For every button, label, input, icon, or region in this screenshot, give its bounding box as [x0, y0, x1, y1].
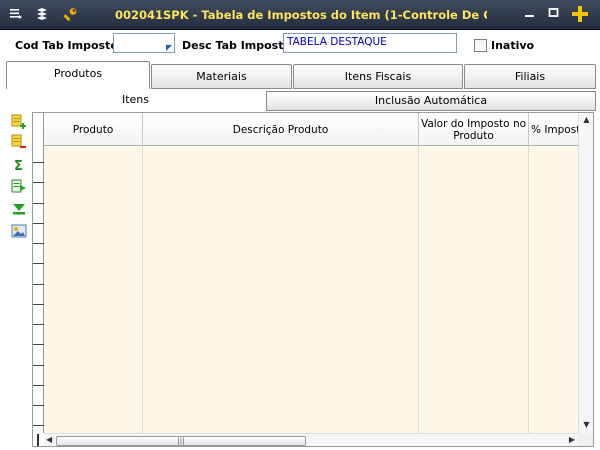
title-bar: 002041SPK - Tabela de Impostos do Item (…	[0, 0, 600, 30]
cod-tab-imposto-label: Cod Tab Imposto	[15, 39, 118, 52]
wrench-icon[interactable]	[62, 7, 78, 23]
tab-materiais[interactable]: Materiais	[151, 64, 292, 89]
row-marker	[33, 425, 44, 426]
add-row-icon[interactable]	[10, 114, 27, 131]
horizontal-scroll-thumb[interactable]: |||	[56, 436, 306, 446]
row-marker	[33, 365, 44, 366]
row-marker	[33, 324, 44, 325]
row-marker	[33, 284, 44, 285]
scrollbar-corner	[578, 433, 593, 446]
row-marker	[33, 344, 44, 345]
column-header-produto[interactable]: Produto	[44, 113, 143, 146]
minimize-icon[interactable]	[522, 7, 538, 23]
desc-tab-imposto-input[interactable]: TABELA DESTAQUE	[283, 33, 457, 53]
horizontal-scrollbar[interactable]: ◀ ||| ▶	[44, 433, 578, 446]
row-marker	[33, 223, 44, 224]
row-marker-corner	[33, 433, 44, 446]
download-icon[interactable]	[10, 201, 27, 218]
image-icon[interactable]	[10, 223, 27, 240]
scroll-down-icon[interactable]: ▼	[579, 418, 593, 432]
column-divider	[419, 146, 529, 433]
row-marker	[33, 304, 44, 305]
cod-tab-imposto-input[interactable]: ◤	[113, 33, 175, 53]
row-marker	[33, 162, 44, 163]
grid-header: Produto Descrição Produto Valor do Impos…	[44, 113, 589, 146]
row-marker	[33, 405, 44, 406]
subtab-inclusao-automatica[interactable]: Inclusão Automática	[266, 91, 596, 111]
inativo-checkbox[interactable]	[474, 39, 487, 52]
inativo-label: Inativo	[491, 39, 535, 52]
scroll-right-icon[interactable]: ▶	[569, 435, 575, 444]
column-header-descricao-produto[interactable]: Descrição Produto	[143, 113, 419, 146]
grid-body[interactable]	[44, 146, 578, 433]
items-grid[interactable]: Produto Descrição Produto Valor do Impos…	[32, 112, 594, 447]
row-marker	[33, 243, 44, 244]
row-markers	[33, 113, 44, 433]
layers-icon[interactable]	[34, 7, 50, 23]
maximize-icon[interactable]	[546, 7, 562, 23]
row-marker	[33, 203, 44, 204]
column-header-valor-imposto[interactable]: Valor do Imposto no Produto	[419, 113, 529, 146]
close-icon[interactable]	[571, 5, 588, 22]
lookup-icon[interactable]: ◤	[166, 44, 173, 52]
subtab-itens[interactable]: Itens	[6, 89, 265, 112]
form-header: Cod Tab Imposto ◤ Desc Tab Imposto TABEL…	[0, 30, 600, 60]
sub-tabs: Itens Inclusão Automática	[0, 89, 600, 112]
scroll-left-icon[interactable]: ◀	[46, 435, 52, 444]
column-divider	[143, 146, 419, 433]
tab-produtos[interactable]: Produtos	[6, 61, 150, 89]
window-title: 002041SPK - Tabela de Impostos do Item (…	[115, 8, 487, 22]
row-marker	[33, 263, 44, 264]
column-divider	[44, 146, 143, 433]
tab-itens-fiscais[interactable]: Itens Fiscais	[293, 64, 463, 89]
delete-row-icon[interactable]	[10, 134, 27, 151]
scroll-up-icon[interactable]: ▲	[579, 113, 593, 127]
row-marker	[33, 385, 44, 386]
grid-toolbar: Σ	[6, 112, 31, 447]
vertical-scrollbar[interactable]: ▲ ▼	[578, 113, 593, 433]
desc-tab-imposto-label: Desc Tab Imposto	[182, 39, 292, 52]
row-marker	[33, 182, 44, 183]
tab-filiais[interactable]: Filiais	[464, 64, 596, 89]
main-tabs: Produtos Materiais Itens Fiscais Filiais	[0, 61, 600, 89]
export-icon[interactable]	[10, 178, 27, 195]
menu-icon[interactable]	[8, 7, 24, 23]
sum-icon[interactable]: Σ	[10, 158, 27, 175]
